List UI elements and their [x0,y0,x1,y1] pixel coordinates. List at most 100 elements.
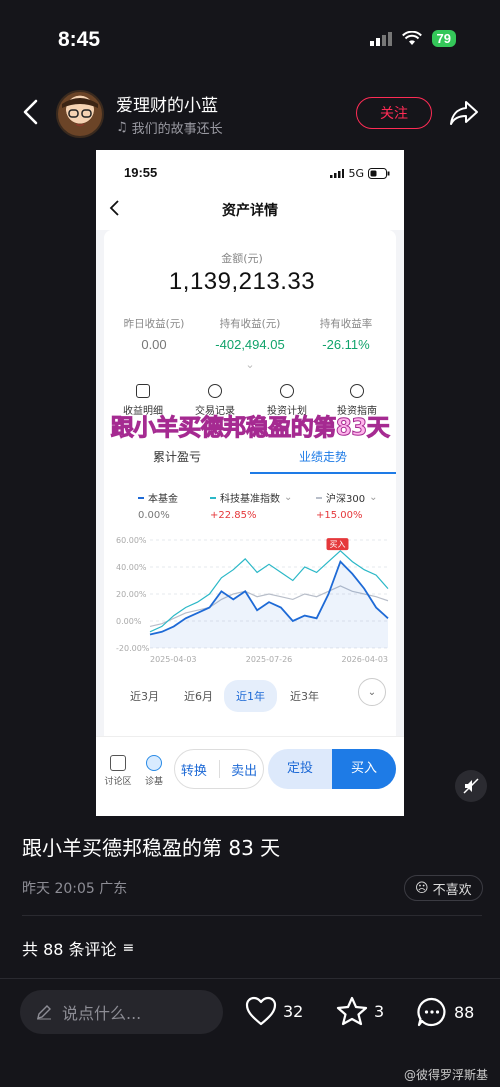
document-icon [136,384,150,398]
music-note-icon: ♫ [116,120,128,135]
legend-name: 沪深300 [326,494,366,505]
author-name[interactable]: 爱理财的小蓝 [116,91,218,116]
y-tick-label: 60.00% [116,536,147,545]
mute-button[interactable] [455,770,487,802]
legend-chevron-icon: ⌄ [284,492,293,503]
legend-swatch-blue [138,496,144,499]
performance-chart[interactable]: 60.00% 40.00% 20.00% 0.00% -20.00% 买入 2025-04-… [114,530,394,665]
comment-button[interactable]: 88 [416,996,474,1028]
status-time: 8:45 [58,28,101,51]
stat-holding-profit: 持有收益(元) -402,494.05 [200,316,300,352]
legend-name: 科技基准指数 [220,494,280,505]
expand-chevron-icon[interactable]: ⌄ [96,358,404,371]
fixed-invest-button[interactable]: 定投 [268,749,332,789]
stat-label: 持有收益(元) [219,318,281,330]
comment-placeholder: 说点什么... [62,1004,142,1023]
inner-signal-icon [330,169,345,178]
legend-swatch-teal [210,496,216,499]
range-6m[interactable]: 近6月 [184,688,213,704]
y-tick-label: 20.00% [116,590,147,599]
legend-hs300[interactable]: 沪深300 ⌄ +15.00% [316,490,377,521]
stat-label: 昨日收益(元) [123,318,185,330]
divider [0,978,500,979]
plan-icon [280,384,294,398]
legend-tech-index[interactable]: 科技基准指数 ⌄ +22.85% [210,490,292,521]
range-1y[interactable]: 近1年 [224,680,277,712]
convert-sell-divider [218,760,220,778]
range-more-chevron-icon[interactable]: ⌄ [358,678,386,706]
amount-label: 金额(元) [221,252,263,265]
heart-icon [245,996,277,1026]
battery-level: 79 [431,30,456,47]
avatar[interactable] [56,90,104,138]
stat-value: -26.11% [322,337,370,352]
buy-button[interactable]: 买入 [332,749,396,789]
source-watermark: @彼得罗浮斯基 [403,1068,488,1082]
dislike-label: 不喜欢 [432,882,472,898]
range-3y[interactable]: 近3年 [290,688,319,704]
speaker-muted-icon [463,778,479,794]
like-button[interactable]: 32 [245,996,303,1026]
buy-marker-label: 买入 [330,540,346,549]
comment-count: 88 [454,1002,475,1022]
comments-header[interactable]: 共 88 条评论 ≡ [22,936,134,960]
post-title: 跟小羊买德邦稳盈的第 83 天 [22,836,281,860]
like-count: 32 [283,1001,304,1021]
x-tick-label: 2025-04-03 [150,655,197,664]
inner-network: 5G [348,167,364,180]
amount-value: 1,139,213.33 [168,268,316,295]
stat-value: -402,494.05 [215,337,285,352]
legend-fund[interactable]: 本基金 0.00% [138,490,178,521]
comment-input[interactable]: 说点什么... [20,990,223,1034]
fixed-buy-group: 定投 买入 [268,749,396,789]
star-icon [336,996,368,1026]
stat-label: 持有收益率 [319,318,373,330]
legend-pct: 0.00% [138,510,170,521]
share-icon[interactable] [449,99,479,127]
robot-icon [146,755,162,771]
sell-button[interactable]: 卖出 [231,760,257,779]
legend-name: 本基金 [148,494,178,505]
inner-page-title: 资产详情 [222,203,278,219]
compass-icon [350,384,364,398]
legend-chevron-icon: ⌄ [369,492,378,503]
back-icon[interactable] [18,98,46,126]
y-tick-label: -20.00% [116,644,150,653]
star-button[interactable]: 3 [336,996,384,1026]
diagnose-label: 诊基 [144,777,163,787]
dislike-button[interactable]: ☹ 不喜欢 [404,875,483,901]
x-tick-label: 2026-04-03 [342,655,389,664]
sad-face-icon: ☹ [415,880,429,896]
post-image[interactable]: 19:55 5G 资产详情 金额(元) 1,139,213.33 昨日收益(元)… [96,150,404,816]
stat-holding-rate: 持有收益率 -26.11% [296,316,396,352]
convert-button[interactable]: 转换 [181,760,207,779]
signal-icon [369,31,392,46]
chat-icon [110,755,126,771]
inner-battery-icon [368,168,390,179]
star-count: 3 [374,1001,385,1021]
legend-pct: +22.85% [210,510,257,521]
tab-cumulative-pnl[interactable]: 累计盈亏 [104,440,250,474]
y-tick-label: 0.00% [116,617,142,626]
status-icons: 79 [369,30,456,47]
stat-yesterday: 昨日收益(元) 0.00 [104,316,204,352]
music-tag[interactable]: ♫ 我们的故事还长 [116,118,223,137]
tab-performance[interactable]: 业绩走势 [250,440,396,474]
chart-tabs: 累计盈亏 业绩走势 [104,440,396,474]
inner-bottom-bar: 讨论区 诊基 转换 卖出 定投 买入 [96,736,404,816]
yen-icon [208,384,222,398]
post-meta: 昨天 20:05 广东 [22,881,128,897]
music-title: 我们的故事还长 [131,122,223,137]
inner-status-time: 19:55 [124,165,158,180]
pencil-icon [37,1005,51,1020]
legend-swatch-grey [316,496,322,499]
follow-button[interactable]: 关注 [356,97,432,129]
legend-pct: +15.00% [316,510,363,521]
overlay-caption: 跟小羊买德邦稳盈的第83天 [110,415,390,442]
avatar-face-icon [62,98,98,127]
inner-status-icons: 5G [330,167,390,180]
diagnose-button[interactable]: 诊基 [134,755,174,787]
x-tick-label: 2025-07-26 [246,655,293,664]
discuss-button[interactable]: 讨论区 [98,755,138,787]
range-3m[interactable]: 近3月 [130,688,159,704]
